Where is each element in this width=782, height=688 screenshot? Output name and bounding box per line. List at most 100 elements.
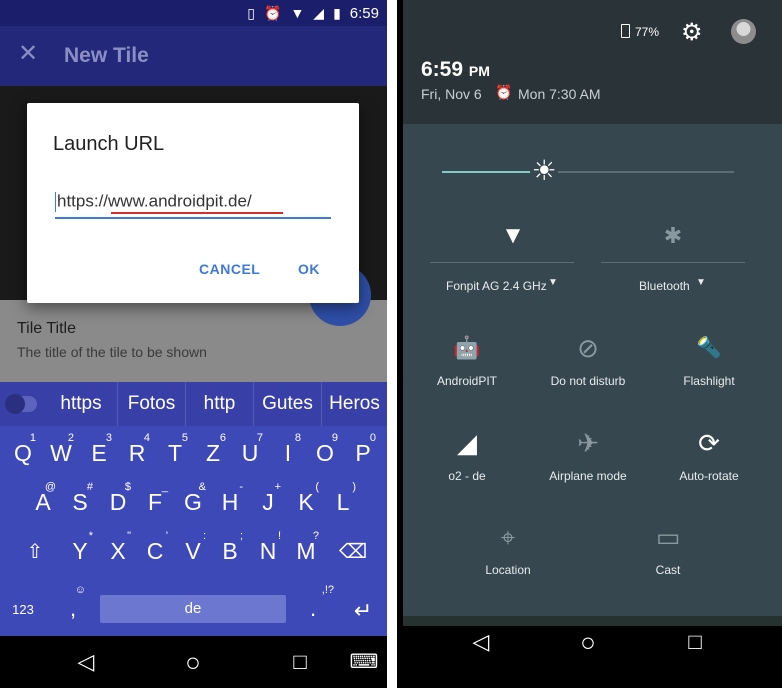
avatar[interactable] <box>731 19 756 44</box>
location-icon: ⌖ <box>500 522 516 552</box>
flashlight-tile[interactable]: 🔦 Flashlight <box>664 332 754 388</box>
do-not-disturb-icon: ⊘ <box>577 333 599 363</box>
key[interactable]: (K <box>288 479 324 521</box>
chevron-down-icon[interactable]: ▼ <box>548 277 558 288</box>
date: Fri, Nov 6 <box>421 86 482 102</box>
tile-label: Airplane mode <box>549 469 627 483</box>
launch-url-dialog: Launch URL https://www.androidpit.de/ CA… <box>27 103 359 303</box>
androidpit-tile[interactable]: 🤖 AndroidPIT <box>422 332 512 388</box>
key[interactable]: 8I <box>270 430 306 472</box>
url-input[interactable]: https://www.androidpit.de/ <box>55 191 331 219</box>
space-bar[interactable]: de <box>100 595 286 623</box>
key[interactable]: # S <box>62 479 98 521</box>
key[interactable]: 0P <box>345 430 381 472</box>
key-label: C <box>146 538 164 564</box>
delete-key[interactable]: ⌫ <box>338 539 368 564</box>
airplane-mode-tile[interactable]: ✈ Airplane mode <box>543 427 633 483</box>
cell-signal-icon: ◢ <box>457 428 477 458</box>
key[interactable]: ; B <box>212 528 248 570</box>
key[interactable]: ) L <box>325 479 361 521</box>
suggestion-item[interactable]: Gutes <box>253 382 321 426</box>
key[interactable]: 5T <box>157 430 193 472</box>
tile-label: Flashlight <box>683 374 735 388</box>
divider <box>430 262 574 263</box>
key[interactable]: ' C <box>137 528 173 570</box>
suggestion-item[interactable]: http <box>185 382 253 426</box>
keyboard-switch-icon[interactable]: ⌨ <box>344 636 384 688</box>
recents-icon[interactable]: □ <box>280 636 320 688</box>
key-label: F <box>147 489 163 515</box>
key[interactable]: 9O <box>307 430 343 472</box>
key[interactable]: :V <box>175 528 211 570</box>
home-icon[interactable]: ○ <box>173 636 213 688</box>
alarm-icon: ⏰ <box>495 84 513 100</box>
key[interactable]: 2W <box>43 430 79 472</box>
auto-rotate-tile[interactable]: ⟳ Auto-rotate <box>664 427 754 483</box>
clock-ampm: PM <box>468 63 490 79</box>
alarm-icon: ⏰ <box>264 5 282 21</box>
key-label: D <box>109 489 127 515</box>
comma-key[interactable]: ☺ , <box>60 584 88 624</box>
key-label: U <box>241 440 259 466</box>
suggestion-item[interactable]: Heros <box>321 382 387 426</box>
key-label: Y <box>72 538 88 564</box>
navigation-bar: ◁ ○ □ ⌨ <box>0 636 387 688</box>
key[interactable]: 3E <box>81 430 117 472</box>
brightness-thumb[interactable]: ☀ <box>530 157 559 185</box>
gear-icon[interactable]: ⚙ <box>681 18 703 47</box>
tile-label: Location <box>485 563 531 577</box>
wifi-tile[interactable]: ▼ <box>483 220 543 252</box>
do-not-disturb-tile[interactable]: ⊘ Do not disturb <box>543 332 633 388</box>
back-icon[interactable]: ◁ <box>66 636 106 688</box>
key[interactable]: 7U <box>232 430 268 472</box>
cellular-tile[interactable]: ◢ o2 - de <box>422 427 512 483</box>
key-label: O <box>316 440 334 466</box>
shift-key[interactable]: ⇧ <box>20 539 50 564</box>
key[interactable]: 6Z <box>195 430 231 472</box>
close-icon[interactable]: ✕ <box>18 42 38 66</box>
numbers-key[interactable]: 123 <box>8 602 38 617</box>
brightness-slider[interactable] <box>442 171 734 173</box>
chevron-down-icon[interactable]: ▼ <box>696 277 706 288</box>
tile-label: Do not disturb <box>550 374 626 388</box>
key[interactable]: -H <box>212 479 248 521</box>
tile-label: o2 - de <box>448 469 486 483</box>
wifi-label[interactable]: Fonpit AG 2.4 GHz <box>446 279 547 293</box>
next-alarm[interactable]: Mon 7:30 AM <box>518 86 601 102</box>
key-label: K <box>298 489 314 515</box>
key-label: M <box>296 538 316 564</box>
location-tile[interactable]: ⌖ Location <box>463 521 553 577</box>
panel-bottom-edge <box>403 616 782 626</box>
keyboard: 1Q 2W 3E 4R 5T 6Z 7U 8I 9O 0P @ A # S $ D _… <box>0 426 387 636</box>
key-label: H <box>221 489 239 515</box>
key[interactable]: $ D <box>100 479 136 521</box>
key-label: T <box>167 440 183 466</box>
key[interactable]: * Y <box>62 528 98 570</box>
key[interactable]: " X <box>100 528 136 570</box>
ok-button[interactable]: OK <box>298 261 320 277</box>
cast-tile[interactable]: ▭ Cast <box>623 521 713 577</box>
bluetooth-label[interactable]: Bluetooth <box>639 279 690 293</box>
bluetooth-tile[interactable]: ✱ <box>643 220 703 252</box>
key[interactable]: & G <box>175 479 211 521</box>
tile-title-label: Tile Title <box>17 320 76 337</box>
key[interactable]: 4R <box>119 430 155 472</box>
suggestion-item[interactable]: Fotos <box>117 382 185 426</box>
suggestion-item[interactable]: https <box>45 382 117 426</box>
key[interactable]: _ F <box>137 479 173 521</box>
key[interactable]: 1Q <box>5 430 41 472</box>
key[interactable]: ! N <box>250 528 286 570</box>
key-label: R <box>128 440 146 466</box>
key-label: N <box>259 538 277 564</box>
key[interactable]: ? M <box>288 528 324 570</box>
suggestion-toggle[interactable] <box>5 394 37 414</box>
battery-icon <box>621 24 630 38</box>
divider <box>601 262 745 263</box>
key-label: W <box>50 440 72 466</box>
key[interactable]: @ A <box>25 479 61 521</box>
emoji-hint-icon: ☺ <box>74 584 86 596</box>
enter-key[interactable]: ↵ <box>348 598 378 624</box>
period-key[interactable]: ,!? . <box>300 584 334 624</box>
cancel-button[interactable]: CANCEL <box>199 261 260 277</box>
key[interactable]: + J <box>250 479 286 521</box>
